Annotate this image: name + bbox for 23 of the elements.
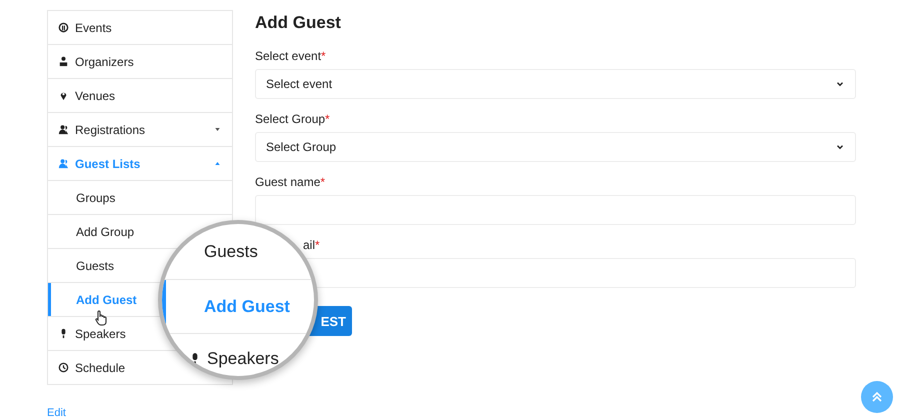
select-field[interactable]: Select Group (255, 132, 856, 162)
double-chevron-up-icon (871, 391, 883, 403)
sidebar-item[interactable]: Groups (48, 181, 232, 215)
field-label: Guest name* (255, 175, 326, 189)
person-icon (58, 56, 69, 67)
select-field[interactable]: Select event (255, 69, 856, 99)
clock-icon (58, 362, 69, 373)
microphone-icon (192, 352, 198, 366)
sidebar-item[interactable]: Events (48, 11, 232, 45)
field-label: Select event* (255, 49, 327, 63)
sidebar-item[interactable]: Registrations (48, 113, 232, 147)
sidebar-item[interactable]: Organizers (48, 45, 232, 79)
people-icon (58, 158, 69, 169)
input-field[interactable] (255, 195, 856, 225)
page-title: Add Guest (255, 13, 342, 33)
field-label: ail* (302, 238, 321, 252)
scroll-to-top-button[interactable] (861, 381, 893, 413)
sidebar-item[interactable]: Venues (48, 79, 232, 113)
pointer-cursor-icon (94, 310, 108, 326)
map-pin-icon (58, 90, 69, 101)
field-label: Select Group* (255, 112, 331, 126)
people-icon (58, 124, 69, 135)
microphone-icon (61, 328, 66, 339)
